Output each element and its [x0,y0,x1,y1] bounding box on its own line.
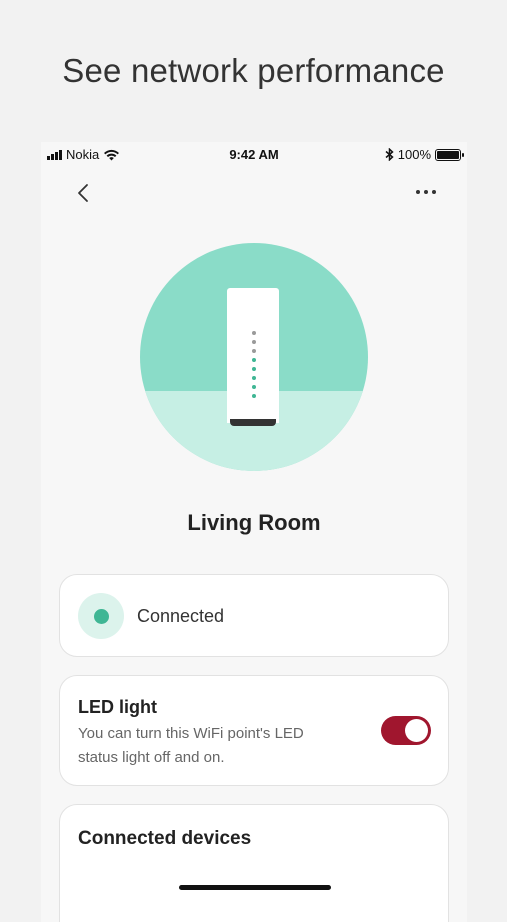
router-base [230,419,276,426]
device-name: Living Room [187,510,321,535]
router-led-dot [252,358,256,362]
connected-devices-title: Connected devices [78,828,252,849]
connected-devices-card[interactable]: Connected devices [59,804,449,922]
router-led-dot [252,331,256,335]
status-right: 100% [385,147,464,162]
phone-screen: Nokia 9:42 AM 100% Living Room Connected… [41,142,467,922]
led-title: LED light [78,697,157,717]
status-dot-icon [93,608,109,624]
battery-percent: 100% [397,147,431,162]
status-label: Connected [137,606,225,626]
router-led-dot [252,367,256,371]
status-bar: Nokia 9:42 AM 100% [41,142,467,168]
toggle-knob [405,719,428,742]
battery-icon [435,148,464,161]
home-indicator[interactable] [179,885,331,890]
router-led-dot [252,385,256,389]
more-options-button[interactable] [411,182,441,202]
led-description: You can turn this WiFi point's LED statu… [78,725,304,766]
device-illustration [140,243,368,471]
chevron-left-icon [78,184,88,202]
router-led-dot [252,340,256,344]
page-headline: See network performance [62,52,445,89]
router-led-dots [252,331,256,398]
back-button[interactable] [71,180,95,206]
bluetooth-icon [385,148,394,161]
router-led-dot [252,349,256,353]
more-horizontal-icon [416,190,420,194]
router-led-dot [252,376,256,380]
led-toggle[interactable] [381,716,431,745]
router-led-dot [252,394,256,398]
led-light-card: LED light You can turn this WiFi point's… [59,675,449,786]
connection-status-card[interactable]: Connected [59,574,449,657]
status-indicator [78,593,124,639]
